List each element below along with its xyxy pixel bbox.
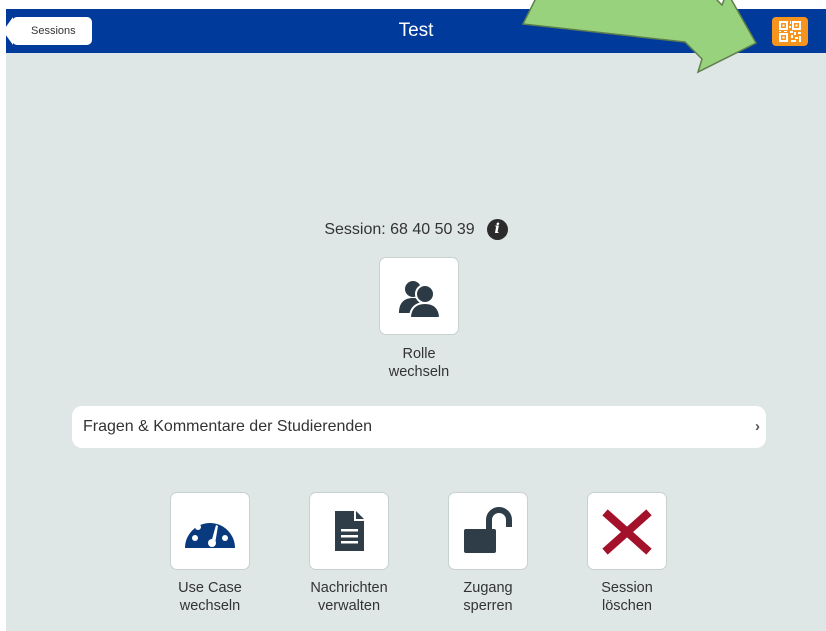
caption-line: Use Case [178,580,242,596]
switch-role-caption: Rolle wechseln [359,345,479,381]
caption-line: verwalten [317,598,381,614]
caption-line: wechseln [179,598,241,614]
student-questions-comments-row[interactable]: Fragen & Kommentare der Studierenden › [72,406,766,448]
unlock-icon [464,507,512,553]
caption-line: löschen [602,598,652,614]
caption-line: sperren [463,598,513,614]
dashboard-gauge-icon [185,517,235,548]
users-icon [399,281,442,319]
switch-use-case-caption: Use Case wechseln [150,579,270,615]
lock-access-caption: Zugang sperren [428,579,548,615]
page-title: Test [398,20,434,41]
session-id-line: Session: 68 40 50 39 i [6,219,826,243]
manage-messages-caption: Nachrichten verwalten [289,579,409,615]
info-icon[interactable]: i [486,219,508,240]
qr-code-icon [779,21,801,42]
comments-row-label: Fragen & Kommentare der Studierenden [83,418,373,435]
caption-line: wechseln [388,364,450,380]
session-id-text: Session: 68 40 50 39 [324,220,475,238]
delete-x-icon [602,509,652,555]
delete-session-caption: Session löschen [567,579,687,615]
switch-role-button[interactable] [380,258,458,334]
delete-session-button[interactable] [588,493,666,569]
caption-line: Rolle [402,346,436,362]
caption-line: Zugang [463,580,513,596]
qr-code-button[interactable] [772,17,808,46]
chevron-right-icon: › [755,418,760,435]
switch-use-case-button[interactable] [171,493,249,569]
manage-messages-button[interactable] [310,493,388,569]
caption-line: Session [601,580,653,596]
navigation-bar: Sessions Test [6,9,826,53]
app-screen: Sessions Test Session: 68 40 50 39 i Rol… [6,9,826,631]
lock-access-button[interactable] [449,493,527,569]
caption-line: Nachrichten [310,580,388,596]
document-icon [335,511,364,551]
